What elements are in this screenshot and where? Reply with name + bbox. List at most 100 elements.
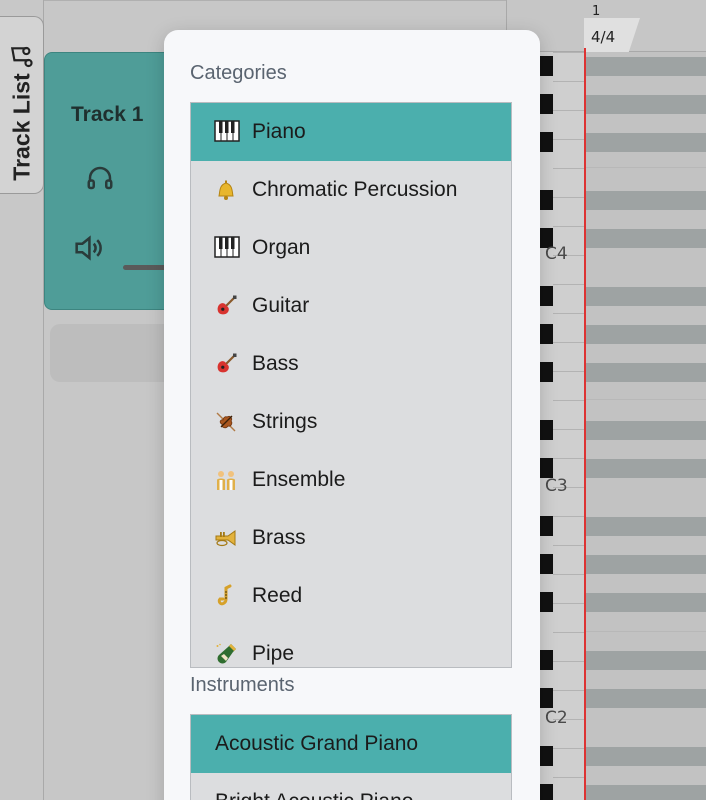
category-item-piano[interactable]: Piano — [191, 103, 511, 161]
black-key[interactable] — [539, 458, 553, 478]
category-item-reed[interactable]: Reed — [191, 567, 511, 625]
octave-label-c3: C3 — [545, 476, 568, 496]
black-key[interactable] — [539, 286, 553, 306]
categories-title: Categories — [190, 62, 287, 84]
roll-row — [586, 555, 706, 574]
key-divider — [553, 429, 585, 430]
track-list-label: Track List — [8, 73, 35, 181]
instrument-label: Bright Acoustic Piano — [215, 790, 413, 800]
category-label: Strings — [252, 410, 318, 433]
black-key[interactable] — [539, 420, 553, 440]
category-label: Pipe — [252, 642, 295, 665]
guitar-icon — [214, 294, 240, 318]
instrument-picker-popover: Categories Piano Chromatic Percussion Orga… — [164, 30, 540, 800]
key-divider — [553, 690, 585, 691]
roll-row — [586, 229, 706, 248]
black-key[interactable] — [539, 324, 553, 344]
instrument-item-bright-acoustic-piano[interactable]: Bright Acoustic Piano — [191, 773, 511, 800]
octave-divider — [586, 631, 706, 632]
octave-label-c4: C4 — [545, 244, 568, 264]
category-label: Ensemble — [252, 468, 346, 491]
roll-row — [586, 325, 706, 344]
categories-list[interactable]: Piano Chromatic Percussion Organ Guitar Bass… — [190, 102, 512, 668]
roll-row — [586, 689, 706, 708]
octave-divider — [586, 399, 706, 400]
instruments-list[interactable]: Acoustic Grand Piano Bright Acoustic Pian… — [190, 714, 512, 800]
piano-roll-grid[interactable] — [586, 52, 706, 800]
category-item-strings[interactable]: Strings — [191, 393, 511, 451]
black-key[interactable] — [539, 554, 553, 574]
time-signature-label: 4/4 — [591, 28, 616, 46]
key-divider — [553, 226, 585, 227]
roll-row — [586, 191, 706, 210]
speaker-icon[interactable] — [71, 231, 105, 265]
category-item-ensemble[interactable]: Ensemble — [191, 451, 511, 509]
piano-keyboard[interactable] — [539, 52, 585, 800]
black-key[interactable] — [539, 362, 553, 382]
key-divider — [553, 110, 585, 111]
category-label: Chromatic Percussion — [252, 178, 458, 201]
black-key[interactable] — [539, 650, 553, 670]
volume-slider[interactable] — [123, 265, 167, 270]
octave-label-c2: C2 — [545, 708, 568, 728]
black-key[interactable] — [539, 516, 553, 536]
key-divider — [553, 313, 585, 314]
key-divider — [553, 400, 585, 401]
instrument-item-acoustic-grand-piano[interactable]: Acoustic Grand Piano — [191, 715, 511, 773]
category-label: Guitar — [252, 294, 310, 317]
playhead[interactable] — [584, 48, 586, 800]
key-divider — [553, 81, 585, 82]
black-key[interactable] — [539, 688, 553, 708]
divider — [44, 0, 506, 1]
saxophone-icon — [214, 584, 240, 608]
track-card[interactable]: Track 1 — [44, 52, 184, 310]
category-item-guitar[interactable]: Guitar — [191, 277, 511, 335]
roll-row — [586, 95, 706, 114]
category-item-chromatic-percussion[interactable]: Chromatic Percussion — [191, 161, 511, 219]
black-key[interactable] — [539, 132, 553, 152]
guitar-icon — [214, 352, 240, 376]
roll-row — [586, 57, 706, 76]
category-item-bass[interactable]: Bass — [191, 335, 511, 393]
key-divider — [553, 197, 585, 198]
key-divider — [553, 603, 585, 604]
roll-row — [586, 287, 706, 306]
headphones-icon[interactable] — [85, 163, 115, 193]
key-divider — [553, 168, 585, 169]
category-item-organ[interactable]: Organ — [191, 219, 511, 277]
key-divider — [553, 284, 585, 285]
black-key[interactable] — [539, 784, 553, 800]
black-key[interactable] — [539, 56, 553, 76]
black-key[interactable] — [539, 592, 553, 612]
key-divider — [553, 371, 585, 372]
black-key[interactable] — [539, 746, 553, 766]
instruments-title: Instruments — [190, 674, 295, 696]
category-label: Reed — [252, 584, 303, 607]
roll-row — [586, 459, 706, 478]
piano-keys-icon — [214, 236, 240, 260]
key-divider — [553, 516, 585, 517]
roll-row — [586, 593, 706, 612]
key-divider — [553, 748, 585, 749]
black-key[interactable] — [539, 94, 553, 114]
key-divider — [553, 458, 585, 459]
piano-keys-icon — [214, 120, 240, 144]
category-item-brass[interactable]: Brass — [191, 509, 511, 567]
category-label: Organ — [252, 236, 311, 259]
roll-row — [586, 363, 706, 382]
roll-row — [586, 517, 706, 536]
track-name: Track 1 — [71, 103, 144, 126]
black-key[interactable] — [539, 190, 553, 210]
roll-row — [586, 747, 706, 766]
track-list-tab[interactable]: Track List — [0, 16, 44, 194]
roll-row — [586, 133, 706, 152]
bar-number: 1 — [592, 4, 601, 19]
key-divider — [553, 661, 585, 662]
key-divider — [553, 632, 585, 633]
roll-row — [586, 421, 706, 440]
bell-icon — [214, 178, 240, 202]
octave-divider — [586, 167, 706, 168]
category-label: Brass — [252, 526, 306, 549]
category-label: Piano — [252, 120, 306, 143]
category-item-pipe[interactable]: Pipe — [191, 625, 511, 667]
